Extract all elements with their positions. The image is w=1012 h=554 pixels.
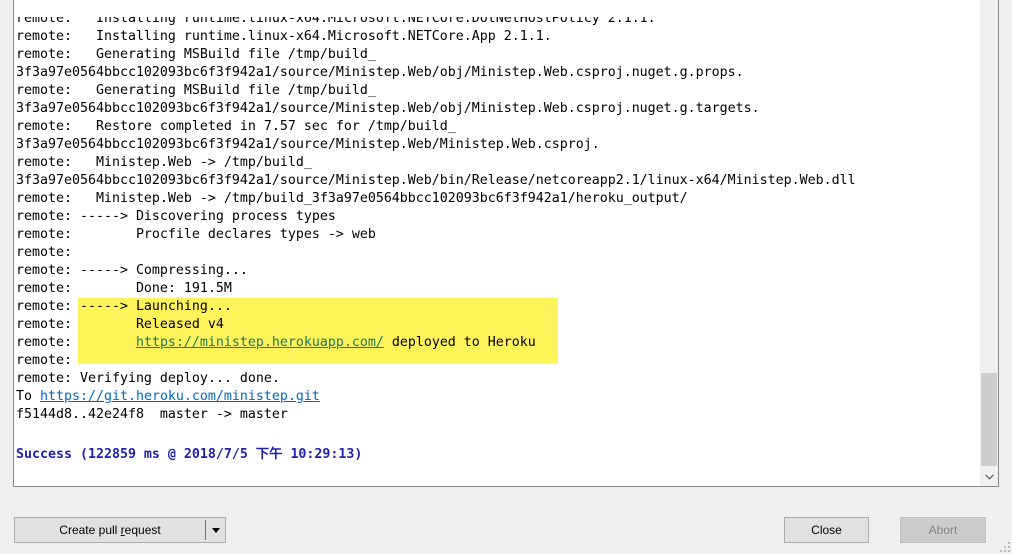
create-pull-request-button[interactable]: Create pull request: [15, 518, 205, 542]
output-line: remote:: [16, 353, 72, 368]
scroll-down-button[interactable]: [980, 468, 998, 486]
output-text: remote: Installing runtime.linux-x64.Mic…: [16, 17, 980, 464]
output-viewport[interactable]: remote: Installing runtime.linux-x64.Mic…: [14, 17, 980, 486]
output-line: remote: Done: 191.5M: [16, 281, 232, 296]
chevron-down-icon: [984, 474, 994, 480]
output-line: remote: Installing runtime.linux-x64.Mic…: [16, 29, 552, 44]
scrollbar-thumb[interactable]: [981, 373, 997, 466]
output-line: remote: https://ministep.herokuapp.com/ …: [16, 334, 980, 352]
output-line: remote: Released v4: [16, 317, 224, 332]
output-line: f5144d8..42e24f8 master -> master: [16, 407, 288, 422]
create-pull-request-label: Create pull request: [59, 523, 161, 537]
output-line: 3f3a97e0564bbcc102093bc6f3f942a1/source/…: [16, 65, 744, 80]
abort-button-label: Abort: [928, 523, 958, 537]
output-line: 3f3a97e0564bbcc102093bc6f3f942a1/source/…: [16, 173, 856, 188]
status-line: Success (122859 ms @ 2018/7/5 下午 10:29:1…: [16, 447, 363, 462]
output-panel[interactable]: remote: Installing runtime.linux-x64.Mic…: [13, 0, 999, 487]
output-line-text: deployed to Heroku: [383, 335, 536, 350]
create-pull-request-dropdown-button[interactable]: [206, 518, 225, 542]
abort-button[interactable]: Abort: [900, 517, 986, 543]
output-line: remote: Restore completed in 7.57 sec fo…: [16, 119, 456, 134]
output-line: remote: Generating MSBuild file /tmp/bui…: [16, 47, 376, 62]
output-line: 3f3a97e0564bbcc102093bc6f3f942a1/source/…: [16, 137, 600, 152]
create-pull-request-split-button: Create pull request: [14, 517, 226, 543]
output-line: remote:: [16, 245, 72, 260]
output-line: remote: Verifying deploy... done.: [16, 371, 280, 386]
output-line: remote: -----> Discovering process types: [16, 209, 336, 224]
output-line: remote: -----> Compressing...: [16, 263, 248, 278]
output-line: remote: -----> Launching...: [16, 299, 232, 314]
app-url-link[interactable]: https://ministep.herokuapp.com/: [136, 335, 384, 350]
output-line-text: To: [16, 389, 40, 404]
close-button[interactable]: Close: [784, 517, 869, 543]
output-line: remote: Generating MSBuild file /tmp/bui…: [16, 83, 376, 98]
output-line: 3f3a97e0564bbcc102093bc6f3f942a1/source/…: [16, 101, 760, 116]
output-line-text: remote:: [16, 335, 136, 350]
output-line: remote: Procfile declares types -> web: [16, 227, 376, 242]
output-line: remote: Installing runtime.linux-x64.Mic…: [16, 17, 656, 26]
output-line: To https://git.heroku.com/ministep.git: [16, 388, 980, 406]
vertical-scrollbar[interactable]: [980, 0, 998, 486]
output-line: remote: Ministep.Web -> /tmp/build_: [16, 155, 312, 170]
output-line: remote: Ministep.Web -> /tmp/build_3f3a9…: [16, 191, 688, 206]
caret-down-icon: [211, 527, 220, 533]
resize-grip-icon[interactable]: [999, 541, 1010, 552]
git-remote-link[interactable]: https://git.heroku.com/ministep.git: [40, 389, 320, 404]
close-button-label: Close: [811, 523, 842, 537]
